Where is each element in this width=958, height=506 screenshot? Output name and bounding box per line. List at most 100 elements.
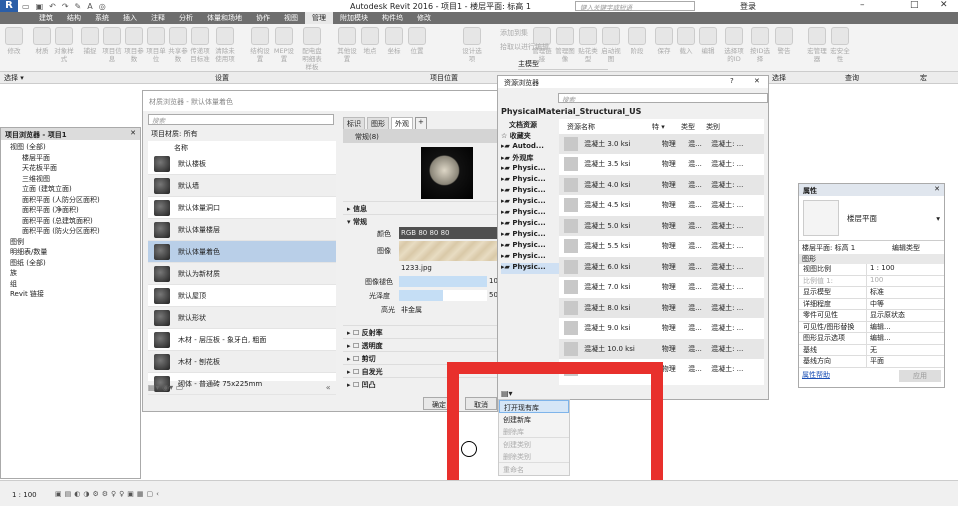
property-row[interactable]: 图形显示选项 编辑... [799,333,944,345]
property-row[interactable]: 零件可见性 显示原状态 [799,310,944,322]
library-item[interactable]: ▸▰ Physic... [501,208,559,219]
library-item[interactable]: ▸▰ Physic... [501,230,559,241]
ribbon-button-6[interactable]: 项目单位 [144,27,168,63]
ribbon-button-20[interactable]: 贴花类型 [576,27,600,63]
section-generic[interactable]: ▾ 常规 [343,214,499,227]
property-row[interactable]: 视图比例 1 : 100 [799,264,944,276]
tree-item[interactable]: 楼层平面 [4,153,137,164]
library-toolbar[interactable]: ▤▾ ◉▾ ▭ « [148,383,331,392]
color-swatch[interactable]: RGB 80 80 80 [399,227,499,239]
help-button[interactable]: ? [730,77,734,85]
library-item[interactable]: ▸▰ Physic... [501,197,559,208]
property-value[interactable]: 显示原状态 [867,310,905,321]
material-item[interactable]: 默认形状 [148,307,336,329]
type-selector[interactable]: 楼层平面 ▾ [799,196,944,241]
property-row[interactable]: 显示模型 标准 [799,287,944,299]
tree-item[interactable]: 面积平面 (净面积) [4,205,137,216]
material-item[interactable]: 木材 - 层压板 - 象牙白, 粗面 [148,329,336,351]
tree-item[interactable]: 视图 (全部) [4,142,137,153]
revit-logo[interactable]: R [0,0,18,12]
ribbon-button-15[interactable]: 坐标 [382,27,406,55]
edit-type-button[interactable]: 编辑类型 [892,243,920,253]
property-value[interactable]: 无 [867,345,877,356]
asset-row[interactable]: 混凝土 3.0 ksi 物理 混... 混凝土: ... [559,134,764,155]
image-filename[interactable]: 1233.jpg [401,264,432,272]
ribbon-button-2[interactable]: 对象样式 [52,27,76,63]
property-row[interactable]: 详细程度 中等 [799,298,944,310]
library-item[interactable]: ▸▰ Physic... [501,164,559,175]
library-item[interactable]: ▸▰ Physic... [501,186,559,197]
tree-item[interactable]: 族 [4,268,137,279]
ribbon-button-21[interactable]: 启动视图 [599,27,623,63]
material-item[interactable]: 默认为新材质 [148,263,336,285]
column-header[interactable]: 类别 [706,122,764,132]
menu-item[interactable]: 删除类别 [499,450,569,463]
asset-search-input[interactable]: 搜索 [558,93,768,104]
add-to-set-button[interactable]: 添加到集 [500,28,528,38]
minimize-button[interactable]: – [860,0,865,10]
ribbon-button-3[interactable]: 捕捉 [78,27,102,55]
ribbon-button-16[interactable]: 位置 [405,27,429,55]
ribbon-button-19[interactable]: 管理图像 [553,27,577,63]
material-item[interactable]: 默认墙 [148,175,336,197]
close-icon[interactable]: ✕ [934,185,940,193]
ribbon-button-8[interactable]: 传递项目标准 [188,27,212,63]
property-row[interactable]: 可见性/图形替换 编辑... [799,321,944,333]
properties-help-link[interactable]: 属性帮助 [802,370,830,382]
tree-item[interactable]: 组 [4,279,137,290]
library-item[interactable]: ▸▰ Physic... [501,252,559,263]
image-thumbnail[interactable] [399,241,499,261]
ribbon-button-22[interactable]: 阶段 [625,27,649,55]
tree-item[interactable]: 面积平面 (人防分区面积) [4,195,137,206]
quick-access-toolbar[interactable]: ▭ ▣ ↶ ↷ ✎ A ◎ [22,2,106,11]
material-item[interactable]: 默认体量着色 [148,241,336,263]
ribbon-button-0[interactable]: 修改 [2,27,26,55]
ribbon-button-27[interactable]: 按ID选择 [748,27,772,63]
property-group[interactable]: 图形 [799,254,944,264]
library-item[interactable]: ▸▰ Physic... [501,263,559,274]
tree-item[interactable]: Revit 链接 [4,289,137,300]
ribbon-button-26[interactable]: 选择项的ID [722,27,746,63]
property-value[interactable]: 平面 [867,356,884,367]
ribbon-button-1[interactable]: 材质 [30,27,54,55]
material-search-input[interactable]: 搜索 [148,114,334,125]
tree-item[interactable]: 图纸 (全部) [4,258,137,269]
apply-button[interactable]: 应用 [899,369,941,382]
collapsed-section[interactable]: ▸ ☐ 透明度 [343,338,499,351]
ribbon-button-24[interactable]: 载入 [674,27,698,55]
tree-item[interactable]: 立面 (建筑立面) [4,184,137,195]
view-scale[interactable]: 1 : 100 [12,491,37,499]
property-row[interactable]: 比例值 1: 100 [799,275,944,287]
asset-row[interactable]: 混凝土 8.0 ksi 物理 混... 混凝土: ... [559,298,764,319]
column-header[interactable]: 特 ▾ [652,122,681,132]
property-value[interactable]: 1 : 100 [867,264,895,275]
tab-2[interactable]: 系统 [88,12,116,24]
login-button[interactable]: 登录 [740,1,756,12]
material-item[interactable]: 默认体量洞口 [148,197,336,219]
tree-item[interactable]: 图例 [4,237,137,248]
property-value[interactable]: 标准 [867,287,884,298]
ribbon-button-7[interactable]: 共享参数 [166,27,190,63]
ribbon-button-17[interactable]: 设计选项 [460,27,484,63]
asset-row[interactable]: 混凝土 6.0 ksi 物理 混... 混凝土: ... [559,257,764,278]
menu-item[interactable]: 重命名 [499,463,569,476]
asset-row[interactable]: 混凝土 5.5 ksi 物理 混... 混凝土: ... [559,237,764,257]
library-item[interactable]: ▸▰ Physic... [501,175,559,186]
maximize-button[interactable]: □ [910,0,919,10]
document-assets[interactable]: 文档资源 [501,120,559,131]
library-item[interactable]: ☆ 收藏夹 [501,131,559,142]
asset-row[interactable]: 混凝土 4.5 ksi 物理 混... 混凝土: ... [559,196,764,216]
material-item[interactable]: 默认屋顶 [148,285,336,307]
asset-row[interactable]: 混凝土 5.0 ksi 物理 混... 混凝土: ... [559,216,764,237]
column-header-name[interactable]: 名称 [148,141,336,153]
material-item[interactable]: 默认楼板 [148,153,336,175]
ribbon-button-29[interactable]: 宏管理器 [805,27,829,63]
fade-slider[interactable] [399,276,487,287]
ribbon-button-30[interactable]: 宏安全性 [828,27,852,63]
design-option-select[interactable]: 主模型 [518,59,608,70]
ribbon-button-23[interactable]: 保存 [652,27,676,55]
material-item[interactable]: 默认体量楼层 [148,219,336,241]
menu-item[interactable]: 删除库 [499,425,569,438]
collapsed-section[interactable]: ▸ ☐ 反射率 [343,325,499,338]
asset-row[interactable]: 混凝土 9.0 ksi 物理 混... 混凝土: ... [559,319,764,339]
